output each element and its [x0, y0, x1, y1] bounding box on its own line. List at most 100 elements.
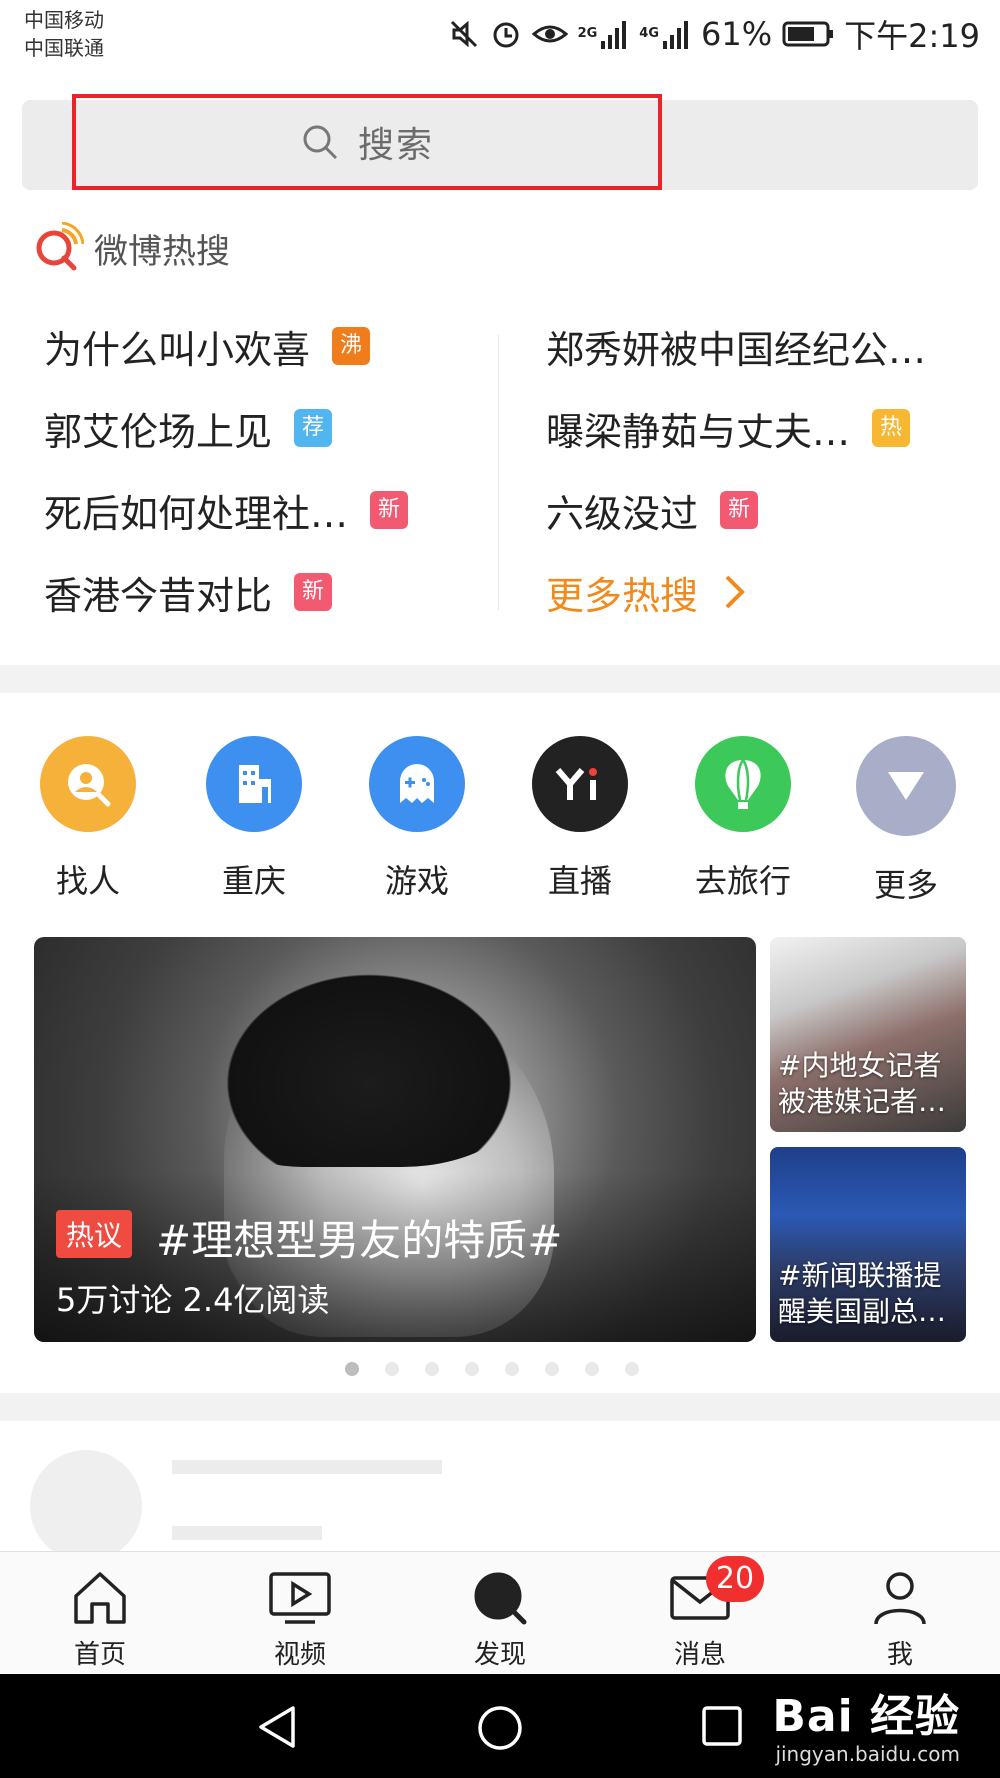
side-topic-caption: #新闻联播提 醒美国副总…	[778, 1258, 964, 1330]
profile-icon	[874, 1572, 926, 1625]
carousel-dot	[505, 1362, 519, 1376]
tab-label: 视频	[273, 1640, 326, 1670]
person-search-icon	[40, 736, 136, 832]
side-topic-caption: #内地女记者 被港媒记者…	[778, 1048, 964, 1120]
unread-messages-badge: 20	[706, 1556, 764, 1602]
quick-link-label: 找人	[55, 862, 120, 900]
weibo-hot-search-icon	[36, 222, 84, 271]
search-placeholder: 搜索	[357, 125, 434, 166]
quick-link-label: 更多	[873, 866, 938, 904]
side-topic-line: #新闻联播提	[778, 1259, 942, 1292]
video-icon	[269, 1572, 331, 1624]
hot-search-column-right: 郑秀妍被中国经纪公… 曝梁静茹与丈夫… 热 六级没过 新 更多热搜	[546, 305, 986, 633]
yi-live-icon	[532, 736, 628, 832]
building-icon	[206, 736, 302, 832]
quick-links: 找人 重庆 游戏 直播 去旅行 更多	[0, 736, 1000, 904]
more-hot-search-link[interactable]: 更多热搜	[546, 551, 986, 633]
hot-search-text: 六级没过	[546, 491, 699, 536]
search-bar[interactable]: 搜索	[22, 94, 978, 190]
discover-search-icon	[474, 1572, 527, 1625]
hot-search-item[interactable]: 郭艾伦场上见 荐	[44, 387, 494, 469]
carrier-info: 中国移动 中国联通	[24, 6, 104, 62]
eye-icon	[531, 25, 568, 43]
system-navigation-bar: Bai 经验 jingyan.baidu.com	[0, 1674, 1000, 1778]
side-topic-line: 醒美国副总…	[778, 1295, 947, 1328]
side-topic-line: #内地女记者	[778, 1049, 942, 1082]
loading-line-placeholder	[172, 1526, 322, 1540]
carousel-dot	[585, 1362, 599, 1376]
section-separator	[0, 665, 1000, 693]
banner-topic-stats: 5万讨论 2.4亿阅读	[56, 1281, 330, 1319]
balloon-icon	[695, 736, 791, 832]
hot-search-text: 郑秀妍被中国经纪公…	[546, 327, 927, 372]
signal-bars-icon	[601, 21, 627, 49]
tab-discover[interactable]: 发现	[440, 1570, 560, 1671]
tab-messages[interactable]: 消息 20	[640, 1556, 764, 1671]
quick-link-chongqing[interactable]: 重庆	[194, 736, 314, 902]
hot-badge: 热	[872, 409, 911, 447]
back-icon[interactable]	[255, 1704, 301, 1750]
search-icon	[303, 125, 338, 160]
side-topic-card[interactable]: #新闻联播提 醒美国副总…	[770, 1147, 966, 1342]
side-topic-card[interactable]: #内地女记者 被港媒记者…	[770, 937, 966, 1132]
banner-photo-detail	[204, 957, 534, 1167]
hot-search-column-left: 为什么叫小欢喜 沸 郭艾伦场上见 荐 死后如何处理社… 新 香港今昔对比 新	[44, 305, 494, 633]
quick-link-travel[interactable]: 去旅行	[683, 736, 803, 902]
new-badge: 新	[720, 491, 759, 529]
hot-search-item[interactable]: 香港今昔对比 新	[44, 551, 494, 633]
tab-label: 我	[886, 1640, 913, 1670]
tab-label: 消息	[673, 1640, 726, 1670]
hot-search-item[interactable]: 六级没过 新	[546, 469, 986, 551]
carousel-dot	[465, 1362, 479, 1376]
side-topic-line: 被港媒记者…	[778, 1085, 947, 1118]
hot-search-text: 郭艾伦场上见	[44, 409, 273, 454]
hot-search-item[interactable]: 郑秀妍被中国经纪公…	[546, 305, 986, 387]
carousel-dot	[425, 1362, 439, 1376]
quick-link-more[interactable]: 更多	[846, 736, 966, 906]
tab-me[interactable]: 我	[840, 1570, 960, 1671]
baidu-jingyan-watermark: Bai 经验 jingyan.baidu.com	[772, 1680, 960, 1766]
quick-link-games[interactable]: 游戏	[357, 736, 477, 902]
carrier-1: 中国移动	[24, 8, 104, 32]
game-ghost-icon	[369, 736, 465, 832]
hot-search-text: 香港今昔对比	[44, 573, 273, 618]
hot-search-text: 为什么叫小欢喜	[44, 327, 311, 372]
alarm-icon	[493, 22, 519, 48]
hot-search-item[interactable]: 死后如何处理社… 新	[44, 469, 494, 551]
boil-badge: 沸	[332, 327, 371, 365]
new-badge: 新	[294, 573, 333, 611]
featured-topic-banner[interactable]: 热议 #理想型男友的特质# 5万讨论 2.4亿阅读	[34, 937, 756, 1342]
carousel-dot	[545, 1362, 559, 1376]
battery-percent: 61%	[701, 15, 773, 53]
hot-search-header: 微博热搜	[32, 222, 230, 274]
quick-link-label: 去旅行	[694, 862, 791, 900]
carrier-2: 中国联通	[24, 36, 104, 60]
quick-link-label: 重庆	[221, 862, 286, 900]
carousel-dot	[385, 1362, 399, 1376]
recents-icon[interactable]	[700, 1704, 744, 1748]
tab-home[interactable]: 首页	[40, 1570, 160, 1671]
tab-video[interactable]: 视频	[240, 1570, 360, 1671]
quick-link-label: 直播	[547, 862, 612, 900]
hot-search-item[interactable]: 曝梁静茹与丈夫… 热	[546, 387, 986, 469]
tab-label: 发现	[473, 1640, 526, 1670]
status-icons: 2G 4G 61% 下午2:19	[448, 10, 980, 58]
new-badge: 新	[370, 491, 409, 529]
search-highlight-box[interactable]: 搜索	[72, 94, 662, 190]
more-hot-search-label: 更多热搜	[546, 573, 699, 618]
watermark-main: Bai 经验	[772, 1691, 960, 1742]
recommend-badge: 荐	[294, 409, 333, 447]
loading-avatar-placeholder	[30, 1450, 142, 1562]
home-circle-icon[interactable]	[476, 1704, 524, 1752]
banner-topic-title: #理想型男友的特质#	[156, 1216, 563, 1265]
home-icon	[74, 1572, 126, 1624]
quick-link-find-people[interactable]: 找人	[28, 736, 148, 902]
quick-link-live[interactable]: 直播	[520, 736, 640, 902]
watermark-sub: jingyan.baidu.com	[775, 1742, 960, 1766]
bottom-tab-bar: 首页 视频 发现 消息 20 我	[0, 1551, 1000, 1674]
carousel-dot	[625, 1362, 639, 1376]
clock: 下午2:19	[844, 17, 980, 55]
mute-icon	[450, 20, 477, 48]
hot-search-item[interactable]: 为什么叫小欢喜 沸	[44, 305, 494, 387]
hot-search-title: 微博热搜	[94, 231, 230, 272]
